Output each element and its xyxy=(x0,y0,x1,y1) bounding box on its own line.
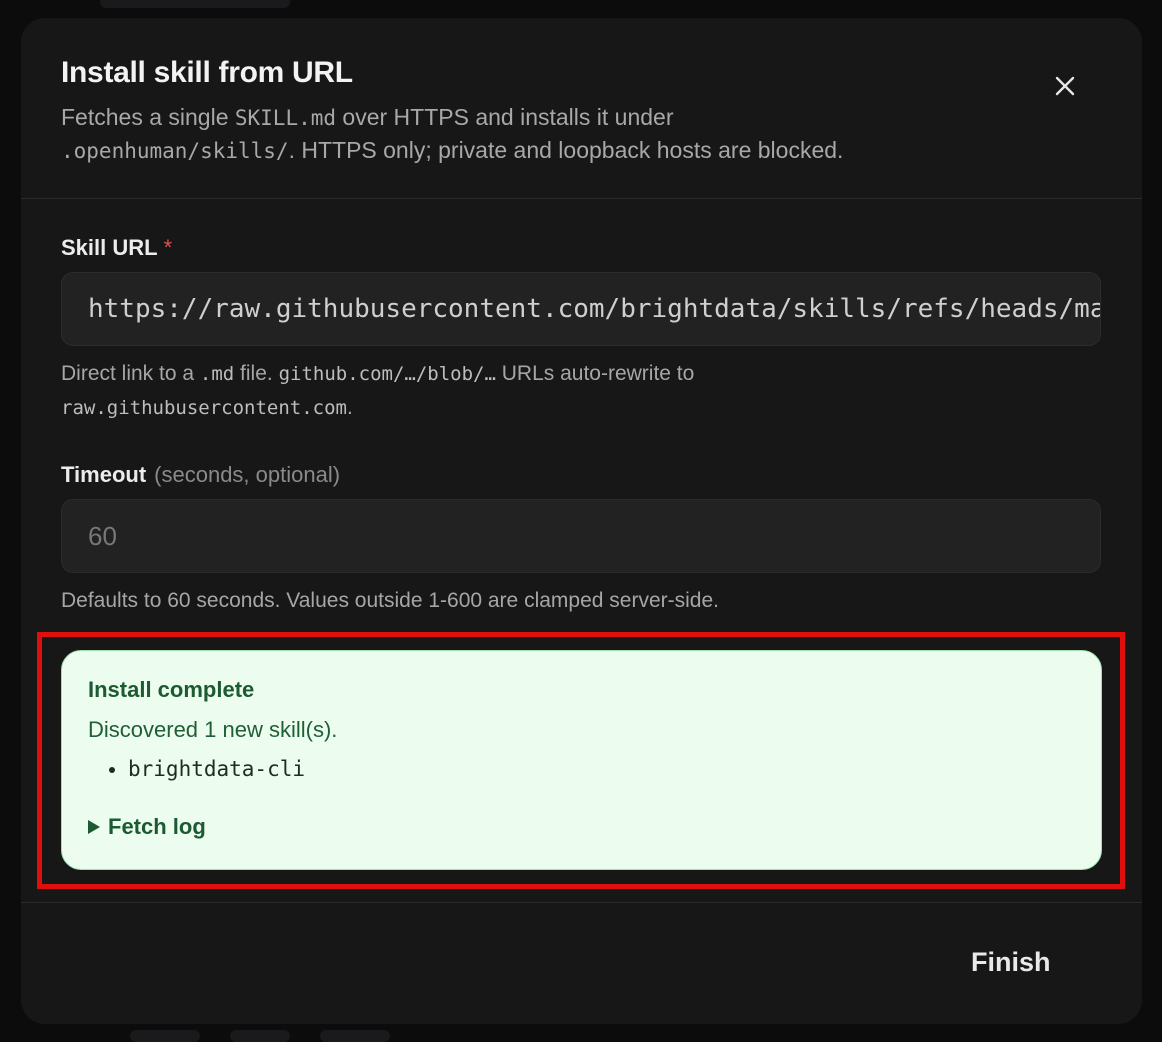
background-blur xyxy=(130,1030,200,1042)
skill-url-label: Skill URL * xyxy=(61,235,172,261)
help-code: .md xyxy=(199,363,235,385)
timeout-input[interactable]: 60 xyxy=(61,499,1101,573)
timeout-label: Timeout (seconds, optional) xyxy=(61,462,340,488)
timeout-help: Defaults to 60 seconds. Values outside 1… xyxy=(61,589,719,612)
close-icon xyxy=(1055,76,1075,96)
skill-url-value: https://raw.githubusercontent.com/bright… xyxy=(88,294,1100,324)
finish-button[interactable]: Finish xyxy=(971,947,1051,978)
dialog-footer: Finish xyxy=(21,902,1142,1024)
help-text: Direct link to a xyxy=(61,362,200,385)
help-text: file. xyxy=(234,362,279,385)
help-text: . xyxy=(346,396,353,419)
help-text: URLs auto-rewrite to xyxy=(495,362,695,385)
background-blur xyxy=(100,0,290,8)
close-button[interactable] xyxy=(1047,68,1083,104)
description-text: Fetches a single xyxy=(61,104,235,130)
timeout-label-text: Timeout xyxy=(61,462,147,487)
timeout-optional-hint: (seconds, optional) xyxy=(154,462,341,487)
help-code: raw.githubusercontent.com xyxy=(61,397,347,419)
skill-url-help: Direct link to a .md file. github.com/…/… xyxy=(61,357,1101,425)
skill-url-label-text: Skill URL xyxy=(61,235,158,260)
description-text: over HTTPS and installs it under xyxy=(336,104,674,130)
background-blur xyxy=(230,1030,290,1042)
description-code: .openhuman/skills/ xyxy=(61,139,289,163)
dialog-header: Install skill from URL Fetches a single … xyxy=(21,18,1142,199)
dialog-description: Fetches a single SKILL.md over HTTPS and… xyxy=(61,101,1041,167)
help-code: github.com/…/blob/… xyxy=(278,363,496,385)
required-marker: * xyxy=(163,235,173,260)
highlight-box xyxy=(37,632,1125,889)
description-code: SKILL.md xyxy=(234,106,337,130)
dialog-title: Install skill from URL xyxy=(61,56,353,89)
background-blur xyxy=(320,1030,390,1042)
skill-url-input[interactable]: https://raw.githubusercontent.com/bright… xyxy=(61,272,1101,346)
timeout-placeholder: 60 xyxy=(88,520,117,551)
description-text: . HTTPS only; private and loopback hosts… xyxy=(288,137,844,163)
